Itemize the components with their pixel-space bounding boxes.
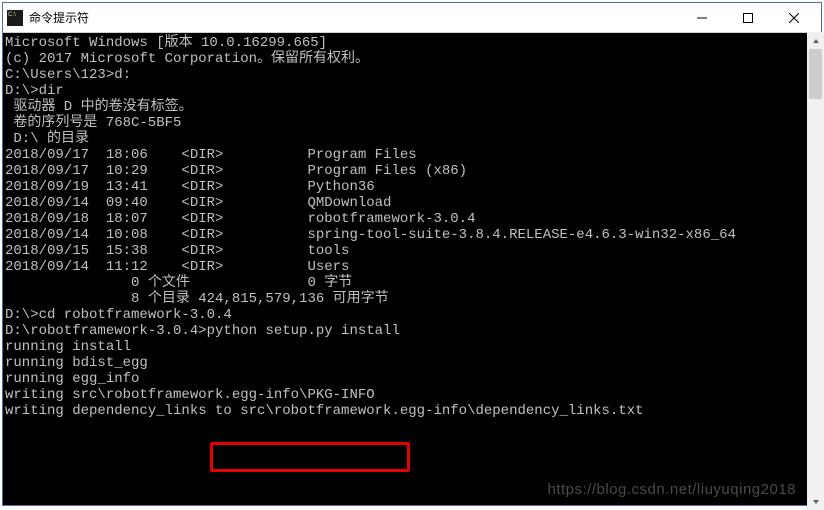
terminal-line: 驱动器 D 中的卷没有标签。 [5,99,821,115]
cmd-icon [7,10,23,26]
terminal-line: (c) 2017 Microsoft Corporation。保留所有权利。 [5,51,821,67]
minimize-button[interactable] [679,4,725,32]
terminal-line: 2018/09/17 18:06 <DIR> Program Files [5,147,821,163]
terminal-line: D:\robotframework-3.0.4>python setup.py … [5,323,821,339]
terminal-line: D:\>cd robotframework-3.0.4 [5,307,821,323]
terminal-line: 2018/09/14 11:12 <DIR> Users [5,259,821,275]
terminal-line: running bdist_egg [5,355,821,371]
terminal-line: 2018/09/17 10:29 <DIR> Program Files (x8… [5,163,821,179]
terminal-line: 2018/09/14 10:08 <DIR> spring-tool-suite… [5,227,821,243]
terminal-line: D:\ 的目录 [5,131,821,147]
scroll-down-button[interactable] [807,493,824,510]
terminal-line: 8 个目录 424,815,579,136 可用字节 [5,291,821,307]
terminal-line: writing src\robotframework.egg-info\PKG-… [5,387,821,403]
terminal-line: C:\Users\123>d: [5,67,821,83]
maximize-button[interactable] [725,4,771,32]
terminal-line: D:\>dir [5,83,821,99]
window-title: 命令提示符 [29,9,679,26]
terminal-output[interactable]: Microsoft Windows [版本 10.0.16299.665](c)… [3,33,821,505]
terminal-line: running egg_info [5,371,821,387]
terminal-line: writing dependency_links to src\robotfra… [5,403,821,419]
terminal-line: 2018/09/19 13:41 <DIR> Python36 [5,179,821,195]
terminal-line: 卷的序列号是 768C-5BF5 [5,115,821,131]
scroll-up-button[interactable] [807,32,824,49]
close-button[interactable] [771,4,817,32]
terminal-line: 2018/09/18 18:07 <DIR> robotframework-3.… [5,211,821,227]
command-prompt-window: 命令提示符 Microsoft Windows [版本 10.0.16299.6… [2,2,822,506]
vertical-scrollbar[interactable] [807,32,824,510]
scroll-thumb[interactable] [809,49,822,99]
terminal-line: running install [5,339,821,355]
terminal-line: 2018/09/15 15:38 <DIR> tools [5,243,821,259]
window-controls [679,4,817,32]
terminal-line: Microsoft Windows [版本 10.0.16299.665] [5,35,821,51]
terminal-line: 0 个文件 0 字节 [5,275,821,291]
titlebar[interactable]: 命令提示符 [3,3,821,33]
terminal-line: 2018/09/14 09:40 <DIR> QMDownload [5,195,821,211]
